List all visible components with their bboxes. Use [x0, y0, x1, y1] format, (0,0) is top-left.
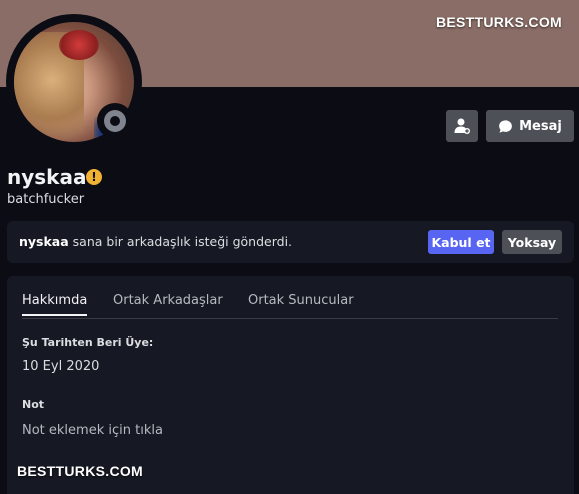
tab-bar: Hakkımda Ortak Arkadaşlar Ortak Sunucula… — [22, 276, 558, 319]
status-offline-icon — [104, 110, 126, 132]
profile-panel: Hakkımda Ortak Arkadaşlar Ortak Sunucula… — [7, 276, 574, 494]
friend-request-text: nyskaa sana bir arkadaşlık isteği gönder… — [19, 234, 292, 249]
member-since-value: 10 Eyl 2020 — [22, 359, 100, 374]
username: nyskaa — [7, 165, 87, 189]
tab-mutual-servers[interactable]: Ortak Sunucular — [248, 293, 354, 308]
user-tag: batchfucker — [7, 192, 85, 207]
note-input[interactable]: Not eklemek için tıkla — [22, 423, 163, 438]
add-friend-icon — [454, 118, 470, 134]
warning-icon[interactable]: ! — [86, 169, 102, 185]
note-title: Not — [22, 398, 45, 411]
watermark-bottom: BESTTURKS.COM — [17, 463, 144, 479]
message-bubble-icon — [499, 119, 512, 133]
message-button[interactable]: Mesaj — [486, 110, 574, 142]
ignore-button[interactable]: Yoksay — [502, 230, 562, 254]
watermark-top: BESTTURKS.COM — [435, 14, 562, 30]
member-since-title: Şu Tarihten Beri Üye: — [22, 336, 154, 349]
tab-about[interactable]: Hakkımda — [22, 293, 88, 316]
friend-request-name: nyskaa — [19, 234, 69, 249]
accept-button[interactable]: Kabul et — [428, 230, 494, 254]
friend-request-bar: nyskaa sana bir arkadaşlık isteği gönder… — [7, 221, 574, 263]
friend-request-message: sana bir arkadaşlık isteği gönderdi. — [72, 234, 293, 249]
tab-mutual-friends[interactable]: Ortak Arkadaşlar — [113, 293, 223, 308]
message-button-label: Mesaj — [519, 118, 562, 134]
add-friend-button[interactable] — [446, 110, 478, 142]
